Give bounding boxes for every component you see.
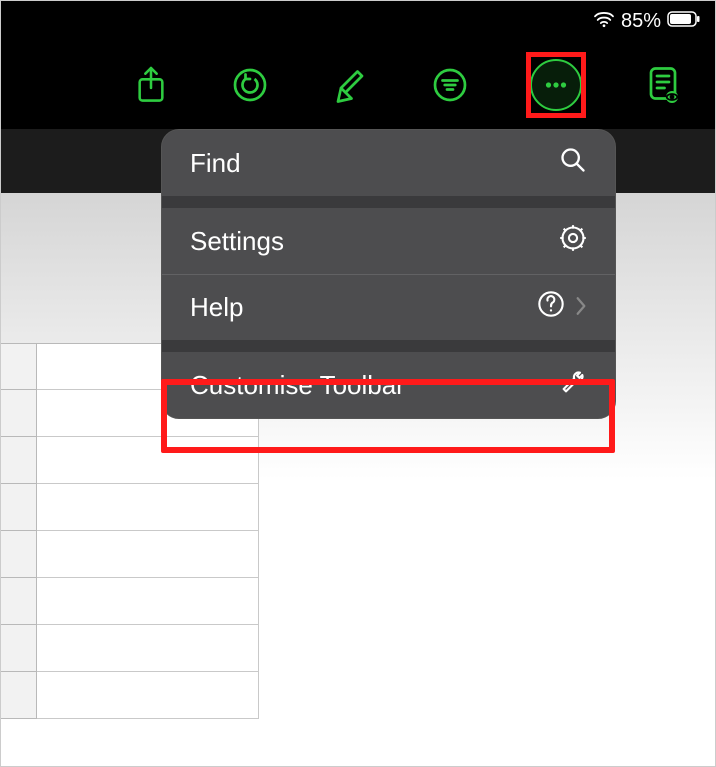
row-header[interactable] [1,625,37,672]
question-icon [537,290,565,325]
menu-item-label: Find [190,148,559,179]
cell[interactable] [37,484,259,531]
battery-percent-text: 85% [621,10,661,33]
row-header[interactable] [1,390,37,437]
status-bar: 85% [1,1,715,41]
chevron-right-icon [575,292,587,323]
row-header[interactable] [1,578,37,625]
wrench-icon [559,368,587,403]
row-header[interactable] [1,484,37,531]
brush-button[interactable] [330,63,370,107]
main-toolbar [1,41,715,129]
menu-item-customise-toolbar[interactable]: Customise Toolbar [162,352,615,418]
menu-separator [162,340,615,352]
cell[interactable] [37,672,259,719]
gear-icon [559,224,587,259]
row-header[interactable] [1,437,37,484]
menu-item-label: Help [190,292,537,323]
cell[interactable] [37,625,259,672]
menu-item-find[interactable]: Find [162,130,615,196]
battery-icon [667,11,701,32]
search-icon [559,146,587,181]
menu-item-label: Customise Toolbar [190,370,559,401]
menu-item-help[interactable]: Help [162,274,615,340]
reading-view-button[interactable] [643,63,683,107]
row-header[interactable] [1,343,37,390]
cell[interactable] [37,437,259,484]
cell[interactable] [37,578,259,625]
menu-item-settings[interactable]: Settings [162,208,615,274]
menu-item-label: Settings [190,226,559,257]
row-header[interactable] [1,672,37,719]
cell[interactable] [37,531,259,578]
filter-button[interactable] [430,63,470,107]
more-menu-popover: Find Settings [161,129,616,419]
menu-separator [162,196,615,208]
share-button[interactable] [131,63,171,107]
row-header[interactable] [1,531,37,578]
undo-button[interactable] [231,63,271,107]
wifi-icon [593,10,615,33]
more-button[interactable] [529,55,583,115]
